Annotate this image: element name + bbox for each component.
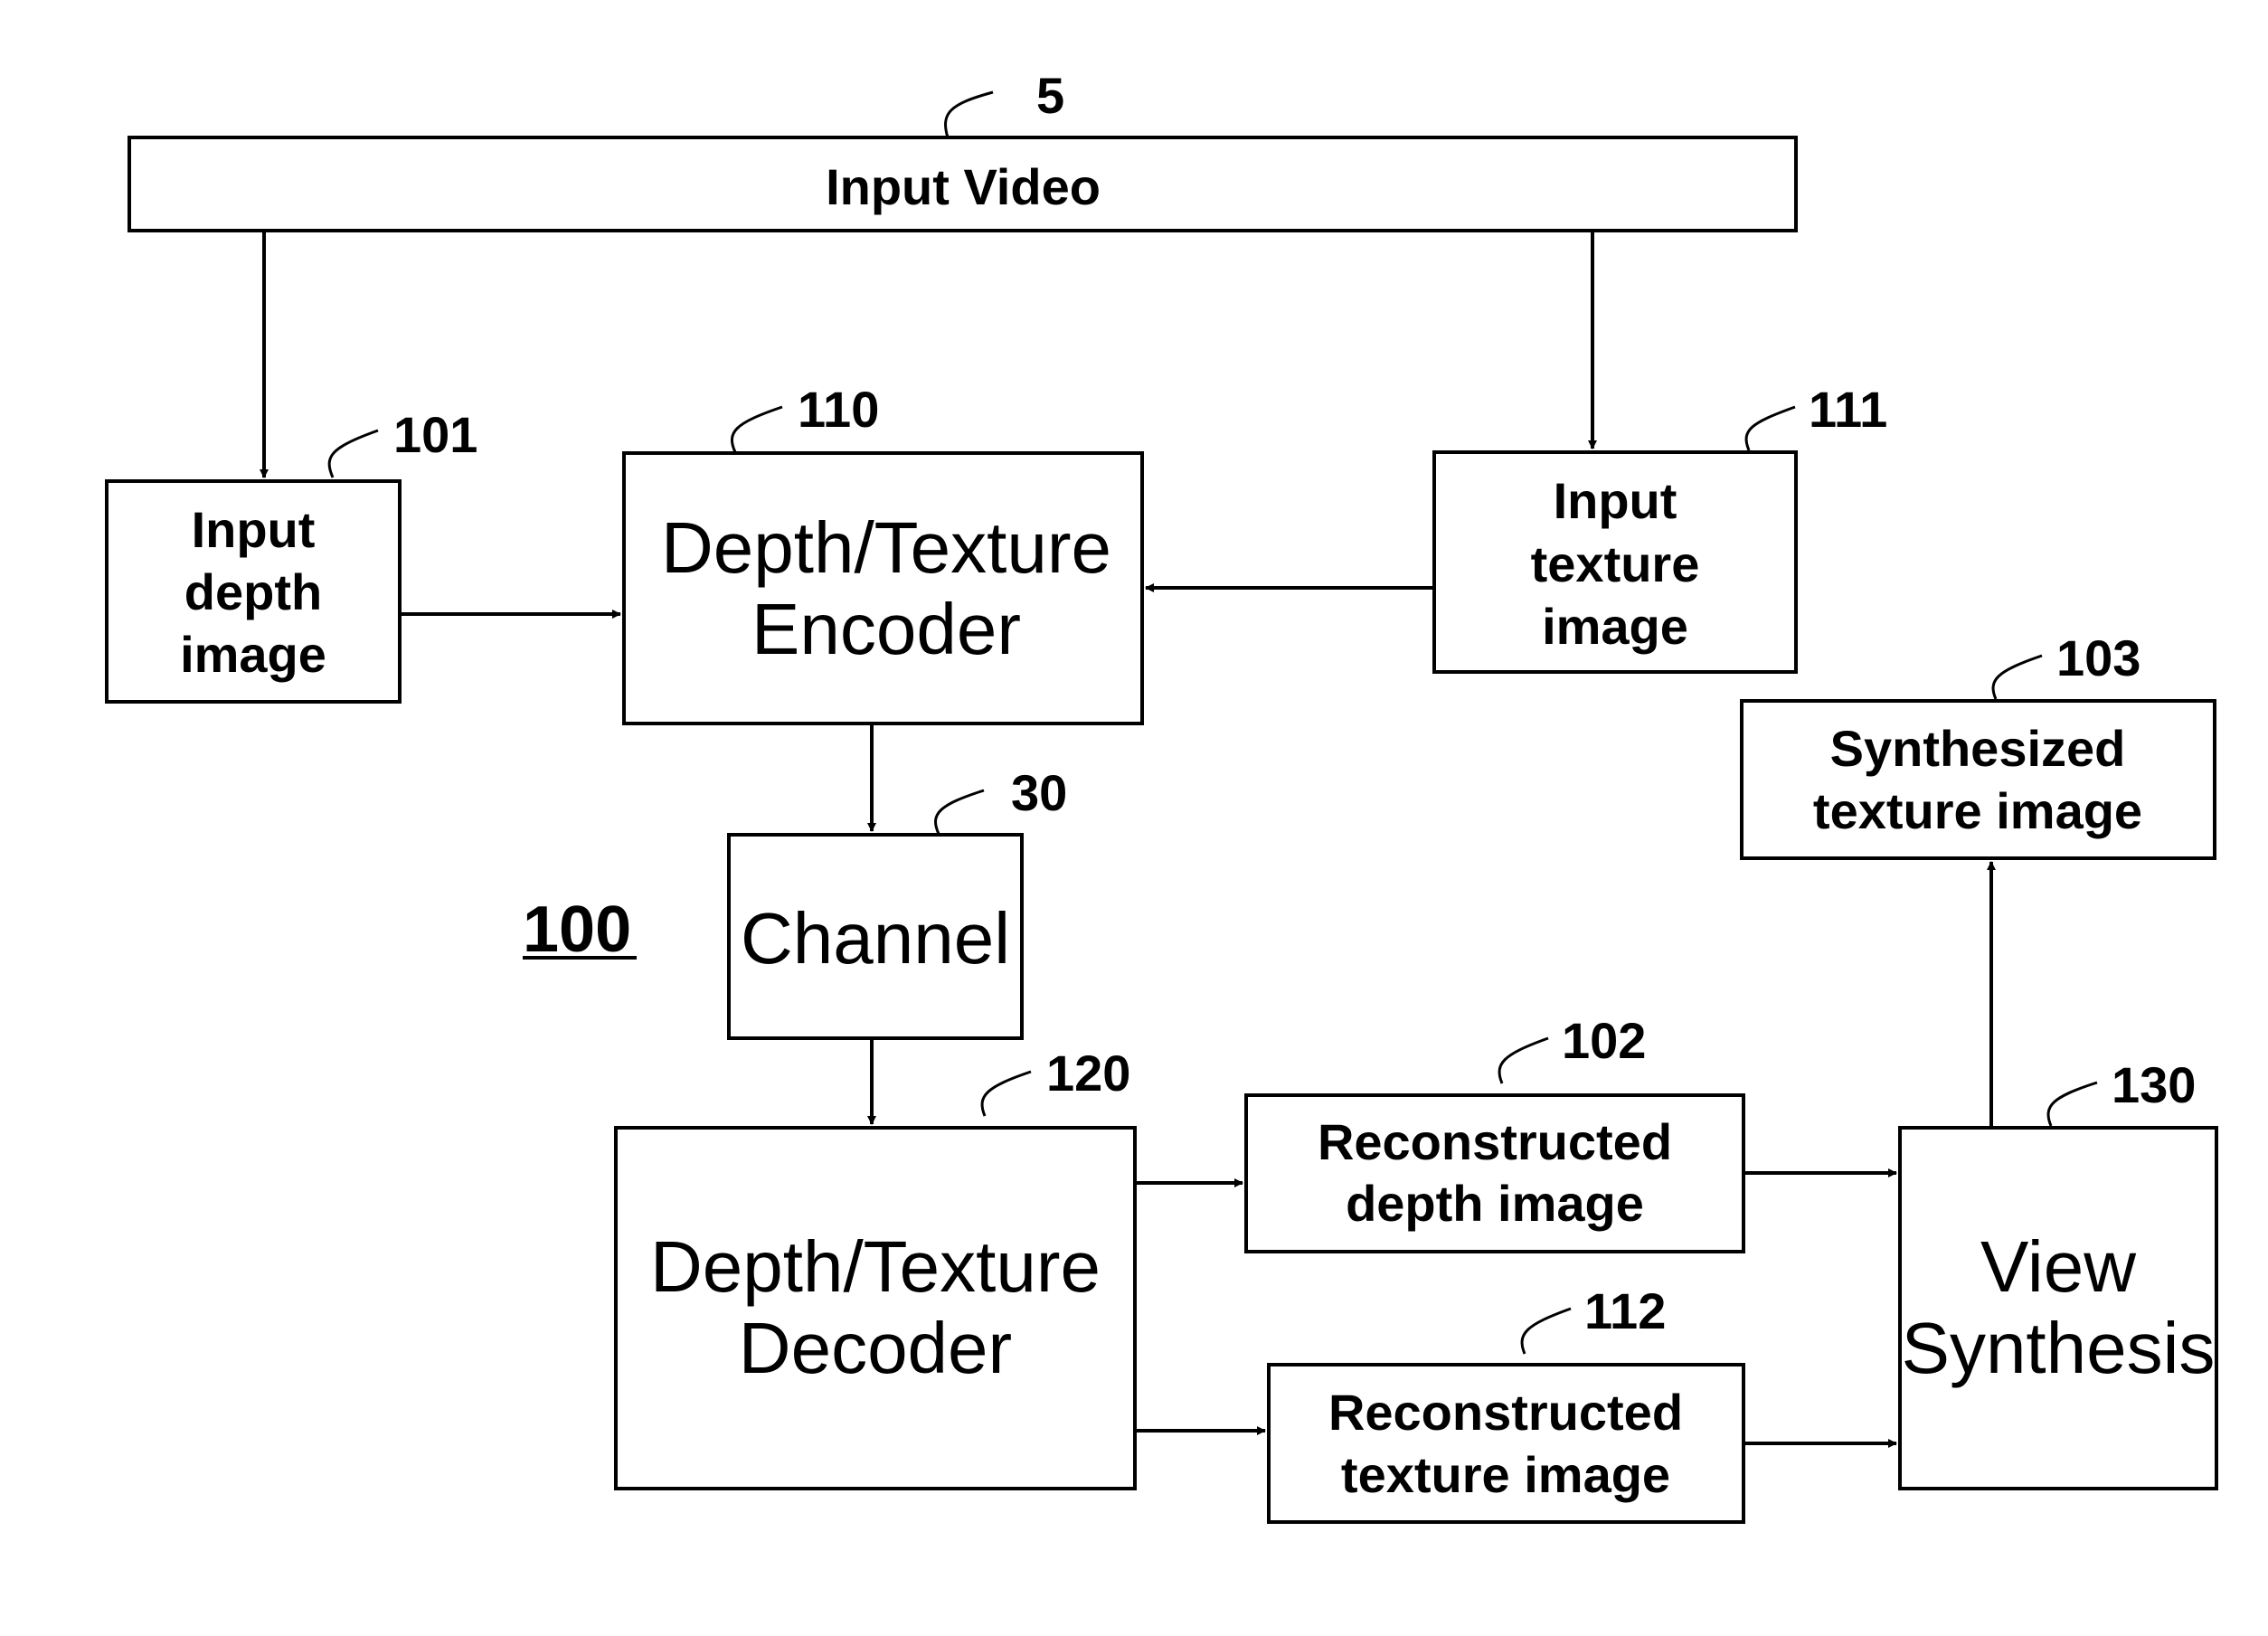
input-depth-label-line2: depth (184, 563, 322, 620)
input-texture-block: Input texture image 111 (1432, 381, 1887, 674)
ref-leader-111 (1744, 405, 1796, 451)
block-diagram: Input Video 5 Input depth image 101 Dept… (105, 67, 2218, 1524)
synthesized-block: Synthesized texture image 103 (1740, 629, 2216, 860)
view-synthesis-label-line1: View (1980, 1226, 2136, 1307)
channel-label: Channel (741, 898, 1010, 979)
synthesized-label-line1: Synthesized (1830, 720, 2126, 777)
recon-depth-label-line1: Reconstructed (1318, 1113, 1672, 1170)
ref-label-5: 5 (1036, 67, 1064, 124)
input-video-block: Input Video 5 (128, 67, 1798, 232)
ref-label-130: 130 (2112, 1056, 2196, 1113)
ref-label-101: 101 (393, 406, 477, 463)
ref-leader-103 (1991, 654, 2043, 700)
decoder-block: Depth/Texture Decoder 120 (614, 1045, 1137, 1490)
view-synthesis-label-line2: Synthesis (1902, 1308, 2216, 1388)
ref-leader-130 (2046, 1081, 2098, 1127)
ref-label-102: 102 (1562, 1012, 1646, 1069)
encoder-block: Depth/Texture Encoder 110 (622, 381, 1144, 725)
input-depth-label-line1: Input (192, 501, 316, 558)
ref-leader-120 (980, 1070, 1032, 1117)
ref-label-103: 103 (2056, 629, 2140, 686)
ref-label-111: 111 (1809, 381, 1887, 438)
ref-leader-101 (327, 429, 379, 478)
synthesized-label-line2: texture image (1813, 782, 2142, 839)
input-depth-label-line3: image (180, 626, 326, 683)
ref-label-120: 120 (1046, 1045, 1130, 1102)
ref-leader-5 (944, 90, 994, 138)
recon-texture-block: Reconstructed texture image 112 (1267, 1282, 1745, 1524)
input-depth-block: Input depth image 101 (105, 406, 477, 704)
channel-block: Channel 30 (727, 764, 1067, 1040)
recon-texture-label-line1: Reconstructed (1328, 1384, 1683, 1441)
encoder-label-line1: Depth/Texture (661, 507, 1111, 588)
ref-leader-102 (1498, 1036, 1549, 1084)
decoder-label-line2: Decoder (739, 1308, 1012, 1388)
ref-leader-110 (730, 405, 783, 453)
ref-label-112: 112 (1584, 1282, 1666, 1339)
ref-leader-112 (1520, 1307, 1572, 1355)
input-texture-label-line2: texture (1531, 535, 1700, 592)
view-synthesis-block: View Synthesis 130 (1898, 1056, 2218, 1490)
recon-texture-label-line2: texture image (1341, 1446, 1670, 1503)
input-video-label: Input Video (826, 158, 1101, 215)
ref-leader-30 (934, 789, 985, 835)
encoder-label-line2: Encoder (751, 589, 1021, 669)
ref-label-30: 30 (1011, 764, 1067, 821)
input-texture-label-line1: Input (1554, 472, 1677, 529)
ref-label-110: 110 (798, 381, 879, 438)
recon-depth-block: Reconstructed depth image 102 (1244, 1012, 1745, 1253)
figure-number-label: 100 (523, 894, 631, 966)
figure-number: 100 (523, 894, 637, 966)
decoder-label-line1: Depth/Texture (650, 1226, 1101, 1307)
recon-depth-label-line2: depth image (1346, 1175, 1644, 1232)
input-texture-label-line3: image (1542, 598, 1688, 655)
